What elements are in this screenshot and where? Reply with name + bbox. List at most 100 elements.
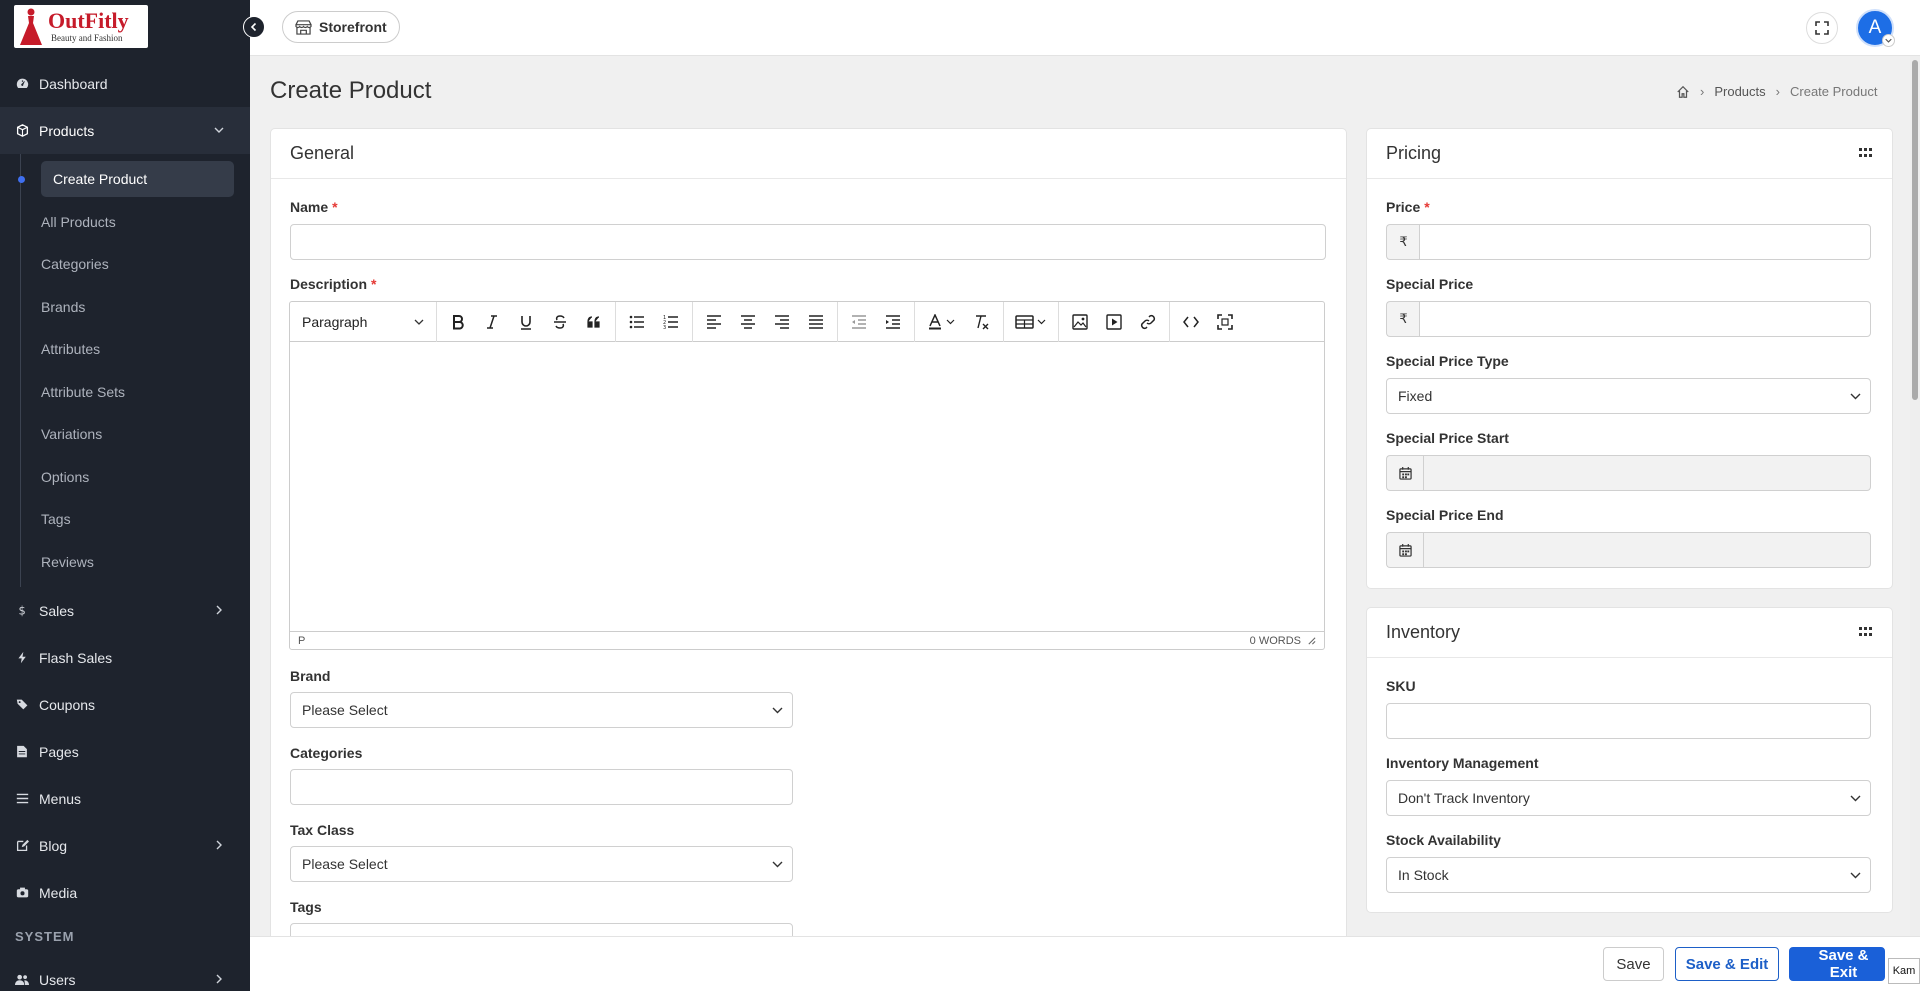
sidebar-item-media[interactable]: Media (0, 869, 250, 916)
strikethrough-button[interactable] (543, 307, 577, 337)
underline-button[interactable] (509, 307, 543, 337)
clear-format-button[interactable] (965, 307, 999, 337)
align-left-icon (707, 314, 721, 329)
source-code-button[interactable] (1174, 307, 1208, 337)
name-input[interactable] (290, 224, 1326, 260)
format-select[interactable]: Paragraph (294, 307, 432, 337)
stock-availability-select[interactable]: In Stock (1386, 857, 1871, 893)
price-label: Price * (1386, 199, 1430, 215)
bullet-list-button[interactable] (620, 307, 654, 337)
sidebar-subitem-all-products[interactable]: All Products (0, 201, 250, 244)
bolt-icon (15, 651, 29, 665)
sidebar-item-menus[interactable]: Menus (0, 775, 250, 822)
sidebar-item-coupons[interactable]: Coupons (0, 681, 250, 728)
sidebar-item-products[interactable]: Products (0, 107, 250, 154)
brand-select[interactable]: Please Select (290, 692, 793, 728)
chevron-down-icon (1850, 795, 1861, 802)
sidebar-item-pages[interactable]: Pages (0, 728, 250, 775)
scrollbar-thumb[interactable] (1912, 60, 1918, 400)
corner-widget[interactable]: Kam (1888, 958, 1920, 984)
align-justify-button[interactable] (799, 307, 833, 337)
fullscreen-button[interactable] (1806, 12, 1838, 44)
special-price-type-select[interactable]: Fixed (1386, 378, 1871, 414)
indent-button[interactable] (876, 307, 910, 337)
editor-fullscreen-button[interactable] (1208, 307, 1242, 337)
sidebar-item-users[interactable]: Users (0, 956, 250, 991)
editor-element-path[interactable]: P (298, 635, 305, 647)
align-left-button[interactable] (697, 307, 731, 337)
sidebar-subitem-reviews[interactable]: Reviews (0, 541, 250, 584)
text-color-button[interactable] (919, 307, 965, 337)
chevron-down-icon (1850, 393, 1861, 400)
sidebar-collapse-button[interactable] (243, 16, 265, 38)
sidebar-subitem-attributes[interactable]: Attributes (0, 328, 250, 371)
chevron-down-icon (1850, 872, 1861, 879)
sidebar-item-dashboard[interactable]: Dashboard (0, 60, 250, 107)
inventory-management-select[interactable]: Don't Track Inventory (1386, 780, 1871, 816)
sidebar-subitem-categories[interactable]: Categories (0, 243, 250, 286)
sidebar-subitem-create-product[interactable]: Create Product (0, 158, 250, 201)
save-and-exit-button[interactable]: Save & Exit (1789, 947, 1885, 981)
sidebar-subitem-options[interactable]: Options (0, 456, 250, 499)
insert-image-button[interactable] (1063, 307, 1097, 337)
special-price-start-input[interactable] (1423, 455, 1871, 491)
tax-class-select[interactable]: Please Select (290, 846, 793, 882)
sidebar-item-flash-sales[interactable]: Flash Sales (0, 634, 250, 681)
sidebar-subitem-attribute-sets[interactable]: Attribute Sets (0, 371, 250, 414)
save-and-edit-button[interactable]: Save & Edit (1675, 947, 1779, 981)
sidebar-subitem-brands[interactable]: Brands (0, 286, 250, 329)
bold-button[interactable] (441, 307, 475, 337)
categories-input[interactable] (290, 769, 793, 805)
blockquote-button[interactable] (577, 307, 611, 337)
dashboard-icon (15, 77, 29, 91)
grip-icon[interactable] (1859, 148, 1872, 158)
brand-label: Brand (290, 668, 331, 684)
special-price-type-label: Special Price Type (1386, 353, 1509, 369)
name-label: Name * (290, 199, 338, 215)
italic-button[interactable] (475, 307, 509, 337)
sidebar-subitem-variations[interactable]: Variations (0, 413, 250, 456)
insert-link-button[interactable] (1131, 307, 1165, 337)
sidebar-subitem-tags[interactable]: Tags (0, 498, 250, 541)
align-right-button[interactable] (765, 307, 799, 337)
table-button[interactable] (1008, 307, 1054, 337)
text-color-icon (929, 313, 955, 329)
image-icon (1072, 313, 1088, 330)
breadcrumb-products[interactable]: Products (1714, 84, 1765, 99)
store-icon (295, 19, 312, 35)
svg-text:3: 3 (663, 325, 666, 330)
insert-media-button[interactable] (1097, 307, 1131, 337)
bold-icon (453, 314, 464, 329)
outdent-button[interactable] (842, 307, 876, 337)
price-input[interactable] (1419, 224, 1871, 260)
special-price-end-input[interactable] (1423, 532, 1871, 568)
page-scrollbar[interactable] (1910, 56, 1920, 936)
expand-icon (1815, 21, 1829, 35)
special-price-label: Special Price (1386, 276, 1474, 292)
user-avatar[interactable]: A (1856, 9, 1895, 47)
svg-text:$: $ (18, 604, 25, 617)
description-label: Description * (290, 276, 377, 292)
stock-availability-value: In Stock (1398, 867, 1449, 883)
save-button[interactable]: Save (1603, 947, 1664, 981)
editor-statusbar: P 0 WORDS (290, 631, 1324, 649)
editor-content-area[interactable] (290, 342, 1324, 632)
sidebar-item-sales[interactable]: $ Sales (0, 587, 250, 634)
grip-icon[interactable] (1859, 627, 1872, 637)
numbered-list-button[interactable]: 123 (654, 307, 688, 337)
align-center-button[interactable] (731, 307, 765, 337)
calendar-icon (1386, 455, 1424, 491)
home-icon[interactable] (1676, 85, 1690, 99)
resize-handle-icon[interactable] (1307, 636, 1316, 645)
bars-icon (15, 792, 29, 806)
sidebar-item-blog[interactable]: Blog (0, 822, 250, 869)
tax-class-select-value: Please Select (302, 856, 388, 872)
align-right-icon (775, 314, 789, 329)
quote-icon (587, 315, 600, 328)
sidebar-item-label: Flash Sales (39, 649, 113, 666)
breadcrumb-current: Create Product (1790, 84, 1878, 99)
logo[interactable]: OutFitly Beauty and Fashion (14, 5, 148, 48)
special-price-input[interactable] (1419, 301, 1871, 337)
storefront-button[interactable]: Storefront (282, 11, 400, 43)
sku-input[interactable] (1386, 703, 1871, 739)
